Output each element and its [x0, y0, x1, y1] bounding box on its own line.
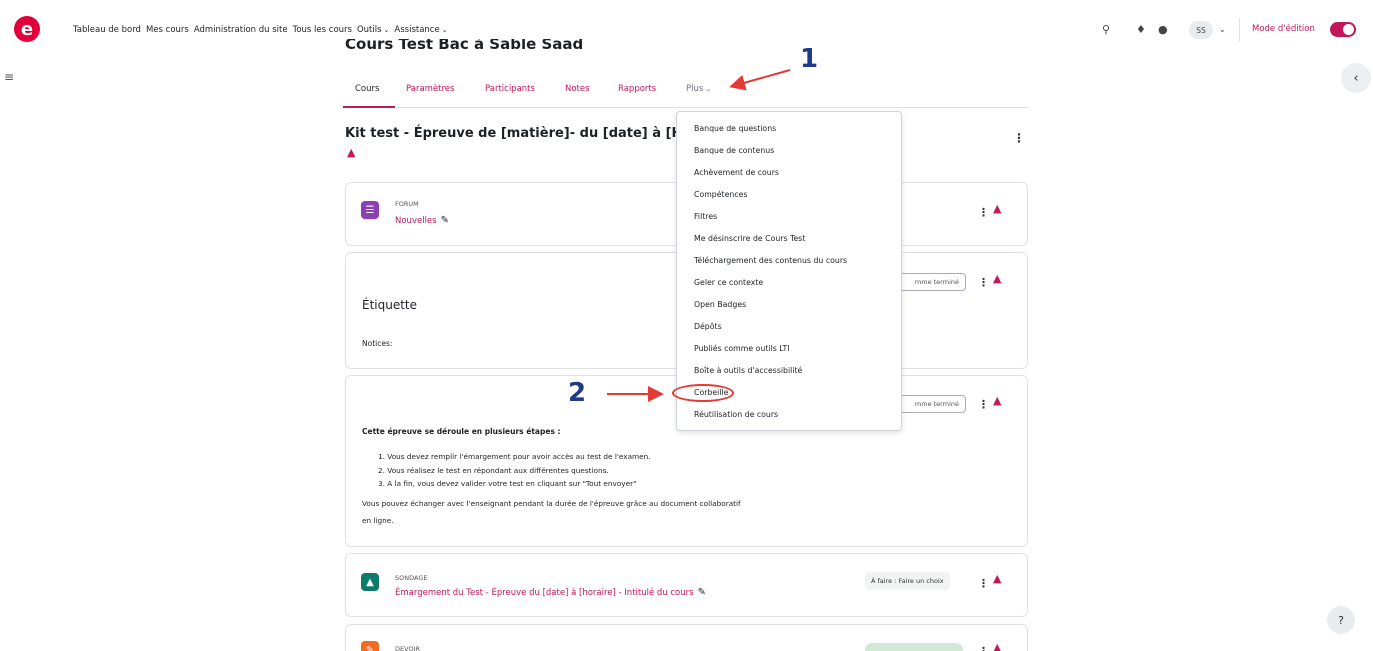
- course-index-toggle-icon[interactable]: ≡: [0, 66, 18, 88]
- edit-mode-toggle[interactable]: [1330, 22, 1356, 37]
- user-avatar[interactable]: SS: [1189, 21, 1213, 39]
- site-logo[interactable]: e: [14, 16, 40, 42]
- top-navbar: e Tableau de bord Mes cours Administrati…: [0, 0, 1373, 60]
- instruction-step: 3. A la fin, vous devez valider votre te…: [378, 479, 637, 488]
- mark-as-done-label: mme terminé: [914, 278, 959, 286]
- mark-as-done-button[interactable]: mme terminé: [898, 273, 966, 291]
- recycle-basket-icon[interactable]: ▲: [993, 272, 1001, 285]
- edit-mode-label: Mode d'édition: [1252, 24, 1315, 34]
- menu-item-repositories[interactable]: Dépôts: [694, 322, 722, 331]
- nav-all-courses[interactable]: Tous les cours: [293, 25, 352, 35]
- instructions-tail: en ligne.: [362, 516, 394, 525]
- search-icon[interactable]: ⚲: [1102, 23, 1110, 36]
- label-heading: Étiquette: [362, 298, 418, 312]
- block-drawer-toggle[interactable]: ‹: [1341, 63, 1371, 93]
- nav-help[interactable]: Assistance ⌄: [394, 25, 447, 35]
- section-title: Kit test - Épreuve de [matière]- du [dat…: [345, 126, 698, 141]
- instructions-steps: 1. Vous devez remplir l'émargement pour …: [378, 450, 651, 491]
- activity-name: Nouvelles: [395, 216, 437, 226]
- menu-item-competencies[interactable]: Compétences: [694, 190, 748, 199]
- help-button[interactable]: ?: [1327, 606, 1355, 634]
- mark-as-done-button[interactable]: mme terminé: [898, 395, 966, 413]
- menu-item-filters[interactable]: Filtres: [694, 212, 717, 221]
- edit-pencil-icon[interactable]: ✎: [698, 587, 706, 598]
- forum-icon: ☰: [361, 201, 379, 219]
- menu-item-content-bank[interactable]: Banque de contenus: [694, 146, 774, 155]
- chevron-down-icon[interactable]: ⌄: [1219, 25, 1226, 34]
- instruction-step: 2. Vous réalisez le test en répondant au…: [378, 465, 609, 475]
- tab-grades[interactable]: Notes: [565, 84, 590, 94]
- instructions-tail: Vous pouvez échanger avec l'enseignant p…: [362, 499, 741, 508]
- highlight-ellipse: [672, 384, 734, 402]
- annotation-number-2: 2: [568, 378, 587, 408]
- recycle-basket-icon[interactable]: ▲: [993, 202, 1001, 215]
- course-title: Cours Test Bac à Sable Saad: [345, 39, 584, 53]
- tab-participants[interactable]: Participants: [485, 84, 535, 94]
- activity-card-devoir: ✎ DEVOIR ⋮ ▲: [345, 624, 1028, 651]
- completion-todo-badge: À faire : Faire un choix: [865, 572, 950, 590]
- annotation-number-1: 1: [800, 44, 819, 74]
- menu-item-freeze-context[interactable]: Geler ce contexte: [694, 278, 763, 287]
- mark-as-done-label: mme terminé: [914, 400, 959, 408]
- more-dropdown-menu: Banque de questions Banque de contenus A…: [676, 111, 902, 431]
- menu-item-open-badges[interactable]: Open Badges: [694, 300, 746, 309]
- activity-actions-kebab-icon[interactable]: ⋮: [978, 276, 989, 289]
- activity-type: FORUM: [395, 200, 419, 208]
- instructions-intro: Cette épreuve se déroule en plusieurs ét…: [362, 427, 561, 436]
- recycle-basket-icon[interactable]: ▲: [993, 641, 1001, 651]
- nav-site-admin[interactable]: Administration du site: [194, 25, 288, 35]
- tab-reports[interactable]: Rapports: [618, 84, 656, 94]
- course-tabs: Cours Paramètres Participants Notes Rapp…: [343, 78, 1029, 108]
- nav-tools[interactable]: Outils ⌄: [357, 25, 389, 35]
- chevron-down-icon: ⌄: [705, 85, 712, 93]
- menu-item-unenrol[interactable]: Me désinscrire de Cours Test: [694, 234, 805, 243]
- completion-badge: [865, 643, 963, 651]
- nav-my-courses[interactable]: Mes cours: [146, 25, 189, 35]
- active-tab-indicator: [343, 106, 395, 108]
- tab-settings[interactable]: Paramètres: [406, 84, 454, 94]
- tab-course[interactable]: Cours: [355, 84, 379, 94]
- menu-item-question-bank[interactable]: Banque de questions: [694, 124, 776, 133]
- activity-card-sondage: ▲ SONDAGE Émargement du Test - Épreuve d…: [345, 553, 1028, 617]
- tab-more[interactable]: Plus ⌄: [686, 84, 711, 94]
- activity-link[interactable]: Émargement du Test - Épreuve du [date] à…: [395, 587, 706, 598]
- activity-actions-kebab-icon[interactable]: ⋮: [978, 645, 989, 651]
- menu-item-course-reuse[interactable]: Réutilisation de cours: [694, 410, 778, 419]
- edit-pencil-icon[interactable]: ✎: [441, 215, 449, 226]
- recycle-basket-icon[interactable]: ▲: [993, 394, 1001, 407]
- chevron-left-icon: ‹: [1353, 70, 1359, 86]
- assignment-icon: ✎: [361, 641, 379, 651]
- notification-bell-icon[interactable]: ♦: [1136, 23, 1146, 36]
- tab-more-label: Plus: [686, 84, 704, 94]
- chevron-down-icon: ⌄: [383, 26, 390, 34]
- nav-dashboard[interactable]: Tableau de bord: [73, 25, 141, 35]
- section-actions-kebab-icon[interactable]: ⋮: [1013, 131, 1025, 145]
- recycle-basket-icon[interactable]: ▲: [993, 572, 1001, 585]
- menu-item-accessibility-toolkit[interactable]: Boîte à outils d'accessibilité: [694, 366, 802, 375]
- menu-item-course-completion[interactable]: Achèvement de cours: [694, 168, 779, 177]
- nav-tools-label: Outils: [356, 25, 382, 35]
- activity-actions-kebab-icon[interactable]: ⋮: [978, 398, 989, 411]
- chevron-down-icon: ⌄: [441, 26, 448, 34]
- activity-type: DEVOIR: [395, 645, 420, 651]
- menu-item-download-content[interactable]: Téléchargement des contenus du cours: [694, 256, 847, 265]
- activity-actions-kebab-icon[interactable]: ⋮: [978, 577, 989, 590]
- recycle-basket-icon[interactable]: ▲: [347, 146, 355, 159]
- poll-icon: ▲: [361, 573, 379, 591]
- navbar-divider: [1239, 18, 1240, 42]
- messages-icon[interactable]: ●: [1158, 23, 1168, 36]
- nav-help-label: Assistance: [394, 25, 440, 35]
- activity-type: SONDAGE: [395, 574, 428, 582]
- activity-link[interactable]: Nouvelles ✎: [395, 215, 449, 226]
- activity-actions-kebab-icon[interactable]: ⋮: [978, 206, 989, 219]
- label-text: Notices:: [362, 339, 393, 348]
- menu-item-lti-tools[interactable]: Publiés comme outils LTI: [694, 344, 790, 353]
- activity-name: Émargement du Test - Épreuve du [date] à…: [395, 588, 694, 598]
- instruction-step: 1. Vous devez remplir l'émargement pour …: [378, 452, 651, 461]
